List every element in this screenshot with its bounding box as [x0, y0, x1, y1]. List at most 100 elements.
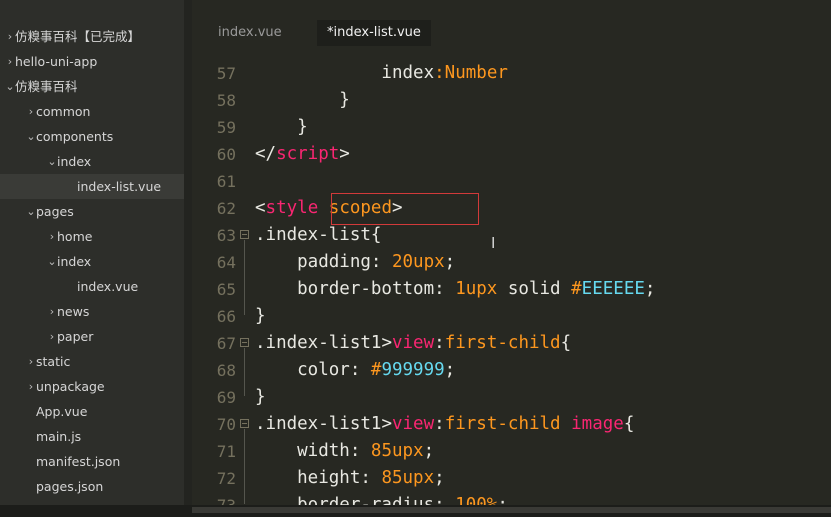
code-text: } — [255, 90, 350, 110]
sidebar-item[interactable]: › unpackage — [0, 374, 184, 399]
sidebar-item[interactable]: › 仿糗事百科【已完成】 — [0, 24, 184, 49]
annotation-highlight-box — [331, 193, 479, 225]
line-number: 58 — [216, 91, 236, 110]
line-number: 65 — [216, 280, 236, 299]
fold-guide — [244, 348, 245, 396]
sidebar-item[interactable]: › news — [0, 299, 184, 324]
line-number: 57 — [216, 64, 236, 83]
sidebar-item[interactable]: ⌄ pages — [0, 199, 184, 224]
sidebar-item-label: hello-uni-app — [15, 54, 98, 69]
code-line[interactable]: 59 } — [192, 114, 831, 141]
code-line[interactable]: 67 .index-list1>view:first-child{ — [192, 330, 831, 357]
code-line[interactable]: 73 border-radius: 100%; — [192, 492, 831, 505]
code-text: color: #999999; — [255, 360, 456, 380]
code-line[interactable]: 65 border-bottom: 1upx solid #EEEEEE; — [192, 276, 831, 303]
code-text: .index-list1>view:first-child image{ — [255, 414, 635, 434]
sidebar-item[interactable]: pages.json — [0, 474, 184, 499]
sidebar-item[interactable]: ⌄ index — [0, 249, 184, 274]
sidebar-item-label: home — [57, 229, 93, 244]
sidebar-item-label: news — [57, 304, 90, 319]
code-text: .index-list{ — [255, 225, 382, 245]
code-text: border-bottom: 1upx solid #EEEEEE; — [255, 279, 656, 299]
code-line[interactable]: 57 index:Number — [192, 60, 831, 87]
fold-toggle-icon[interactable] — [240, 338, 249, 347]
sidebar-item-label: 仿糗事百科 — [15, 79, 78, 94]
code-line[interactable]: 71 width: 85upx; — [192, 438, 831, 465]
sidebar-item[interactable]: ⌄ components — [0, 124, 184, 149]
sidebar-item[interactable]: ⌄ 仿糗事百科 — [0, 74, 184, 99]
file-explorer-sidebar: › 仿糗事百科【已完成】 › hello-uni-app ⌄ 仿糗事百科 › common ⌄ c… — [0, 0, 184, 517]
code-line[interactable]: 69} — [192, 384, 831, 411]
sidebar-item-label: App.vue — [36, 404, 88, 419]
sidebar-item[interactable]: index.vue — [0, 274, 184, 299]
sidebar-item-label: 仿糗事百科【已完成】 — [15, 29, 141, 44]
code-text: padding: 20upx; — [255, 252, 456, 272]
line-number: 62 — [216, 199, 236, 218]
fold-guide — [244, 240, 245, 315]
line-number: 71 — [216, 442, 236, 461]
sidebar-item[interactable]: › home — [0, 224, 184, 249]
code-text: width: 85upx; — [255, 441, 435, 461]
code-line[interactable]: 63 .index-list{ — [192, 222, 831, 249]
sidebar-item-label: components — [36, 129, 114, 144]
sidebar-item-label: pages — [36, 204, 74, 219]
fold-toggle-icon[interactable] — [240, 419, 249, 428]
sidebar-item[interactable]: › paper — [0, 324, 184, 349]
code-text: height: 85upx; — [255, 468, 445, 488]
sidebar-item[interactable]: manifest.json — [0, 449, 184, 474]
tab-active[interactable]: *index-list.vue — [317, 20, 431, 46]
sidebar-item[interactable]: App.vue — [0, 399, 184, 424]
sidebar-item-label: static — [36, 354, 71, 369]
code-text: .index-list1>view:first-child{ — [255, 333, 572, 353]
sidebar-item[interactable]: › static — [0, 349, 184, 374]
sidebar-item[interactable]: main.js — [0, 424, 184, 449]
sidebar-item-label: paper — [57, 329, 94, 344]
code-line[interactable]: 68 color: #999999; — [192, 357, 831, 384]
horizontal-scrollbar[interactable] — [192, 507, 831, 513]
sidebar-item-label: pages.json — [36, 479, 104, 494]
sidebar-item-label: main.js — [36, 429, 82, 444]
fold-guide — [244, 429, 245, 504]
code-line[interactable]: 61 — [192, 168, 831, 195]
code-text: </script> — [255, 144, 350, 164]
code-text: border-radius: 100%; — [255, 495, 508, 505]
sidebar-item-label: index.vue — [77, 279, 139, 294]
line-number: 66 — [216, 307, 236, 326]
sidebar-item-label: index-list.vue — [77, 179, 162, 194]
code-line[interactable]: 70 .index-list1>view:first-child image{ — [192, 411, 831, 438]
tab[interactable]: index.vue — [208, 20, 292, 46]
line-number: 72 — [216, 469, 236, 488]
sidebar-item[interactable]: › hello-uni-app — [0, 49, 184, 74]
code-text: } — [255, 387, 266, 407]
line-number: 59 — [216, 118, 236, 137]
line-number: 61 — [216, 172, 236, 191]
line-number: 63 — [216, 226, 236, 245]
code-line[interactable]: 62 <style scoped> — [192, 195, 831, 222]
sidebar-divider[interactable] — [184, 0, 192, 517]
line-number: 67 — [216, 334, 236, 353]
editor-tab-bar: index.vue *index-list.vue — [192, 0, 831, 49]
code-text: } — [255, 117, 308, 137]
sidebar-item[interactable]: ⌄ index — [0, 149, 184, 174]
line-number: 60 — [216, 145, 236, 164]
sidebar-item-label: manifest.json — [36, 454, 121, 469]
code-line[interactable]: 66} — [192, 303, 831, 330]
fold-toggle-icon[interactable] — [240, 230, 249, 239]
text-cursor-icon: I — [491, 234, 496, 252]
sidebar-item-label: index — [57, 154, 92, 169]
sidebar-item-label: index — [57, 254, 92, 269]
code-text: index:Number — [255, 63, 508, 83]
code-editor[interactable]: 57 index:Number 58 } 59 } 60 </script> 61 62 <s… — [192, 49, 831, 505]
code-line[interactable]: 58 } — [192, 87, 831, 114]
line-number: 69 — [216, 388, 236, 407]
line-number: 73 — [192, 492, 236, 505]
line-number: 68 — [216, 361, 236, 380]
code-line[interactable]: 72 height: 85upx; — [192, 465, 831, 492]
code-line[interactable]: 64 padding: 20upx; — [192, 249, 831, 276]
line-number: 70 — [216, 415, 236, 434]
sidebar-item-label: common — [36, 104, 91, 119]
code-line[interactable]: 60 </script> — [192, 141, 831, 168]
sidebar-item[interactable]: › common — [0, 99, 184, 124]
sidebar-item[interactable]: index-list.vue — [0, 174, 184, 199]
line-number: 64 — [216, 253, 236, 272]
